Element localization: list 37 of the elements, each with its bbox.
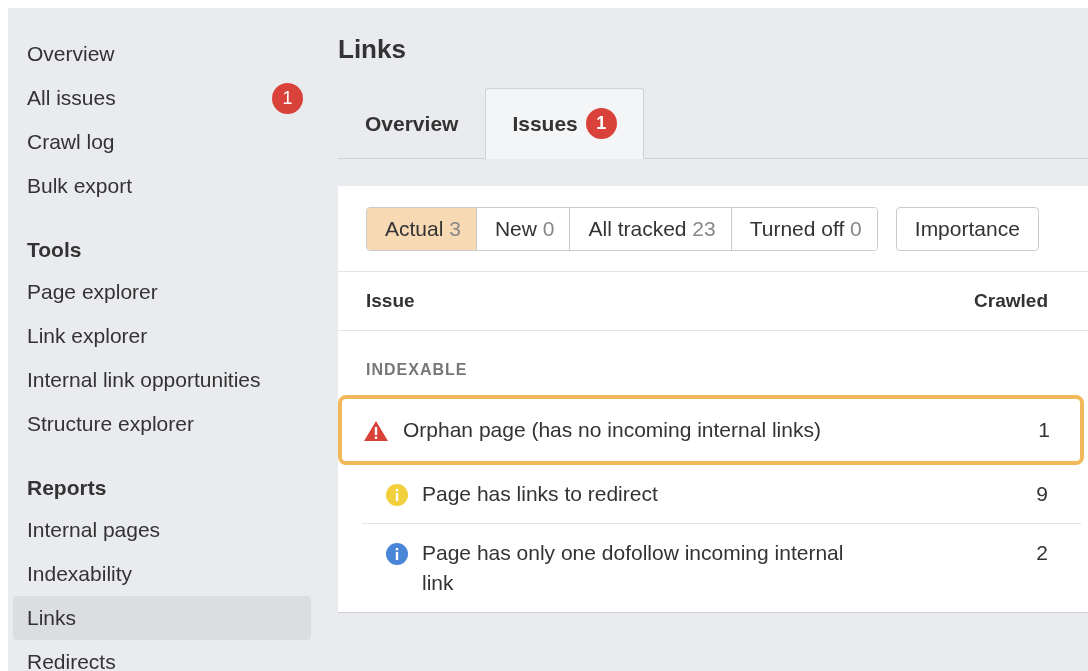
sidebar-item[interactable]: Redirects bbox=[13, 640, 311, 671]
sidebar-item[interactable]: Structure explorer bbox=[13, 402, 311, 446]
sidebar-item[interactable]: Internal pages bbox=[13, 508, 311, 552]
sidebar-item[interactable]: All issues 1 bbox=[13, 76, 311, 120]
issue-text: Page has links to redirect bbox=[422, 481, 659, 507]
sidebar-heading: Reports bbox=[26, 475, 108, 501]
group-label: INDEXABLE bbox=[365, 360, 469, 380]
crawled-count: 9 bbox=[1036, 481, 1048, 507]
tab[interactable]: Issues 1 bbox=[485, 88, 644, 159]
sidebar-item[interactable]: Link explorer bbox=[13, 314, 311, 358]
column-header: Issue bbox=[366, 290, 415, 312]
crawled-count: 2 bbox=[1036, 540, 1048, 566]
issue-row[interactable]: Page has only one dofollow incoming internal link 2 bbox=[362, 523, 1081, 612]
crawled-count: 1 bbox=[1038, 417, 1050, 443]
info-icon bbox=[386, 543, 408, 565]
issue-text: Orphan page (has no incoming internal links) bbox=[403, 417, 822, 443]
tab[interactable]: Overview bbox=[338, 88, 486, 159]
sidebar-heading: Tools bbox=[26, 237, 83, 263]
warning-icon bbox=[363, 420, 389, 442]
sidebar-item[interactable]: Indexability bbox=[13, 552, 311, 596]
column-header: Crawled bbox=[974, 290, 1048, 312]
page-title: Links bbox=[338, 32, 407, 66]
filter-button[interactable]: Turned off 0 bbox=[730, 208, 877, 250]
sidebar-item[interactable]: Internal link opportunities bbox=[13, 358, 311, 402]
highlighted-row[interactable]: Orphan page (has no incoming internal links) 1 bbox=[338, 395, 1084, 465]
issue-text: Page has only one dofollow incoming internal link bbox=[422, 540, 845, 596]
filter-button[interactable]: Actual 3 bbox=[367, 208, 476, 250]
importance-button[interactable]: Importance bbox=[895, 207, 1039, 251]
issue-row[interactable]: Page has links to redirect 9 bbox=[362, 465, 1081, 523]
count-badge: 1 bbox=[585, 108, 617, 139]
sidebar-item[interactable]: Links bbox=[13, 596, 311, 640]
sidebar-item[interactable]: Page explorer bbox=[13, 270, 311, 314]
sidebar-item[interactable]: Overview bbox=[13, 32, 311, 76]
sidebar-item[interactable]: Bulk export bbox=[13, 164, 311, 208]
count-badge: 1 bbox=[272, 82, 303, 114]
info-icon bbox=[386, 484, 408, 506]
sidebar-item[interactable]: Crawl log bbox=[13, 120, 311, 164]
